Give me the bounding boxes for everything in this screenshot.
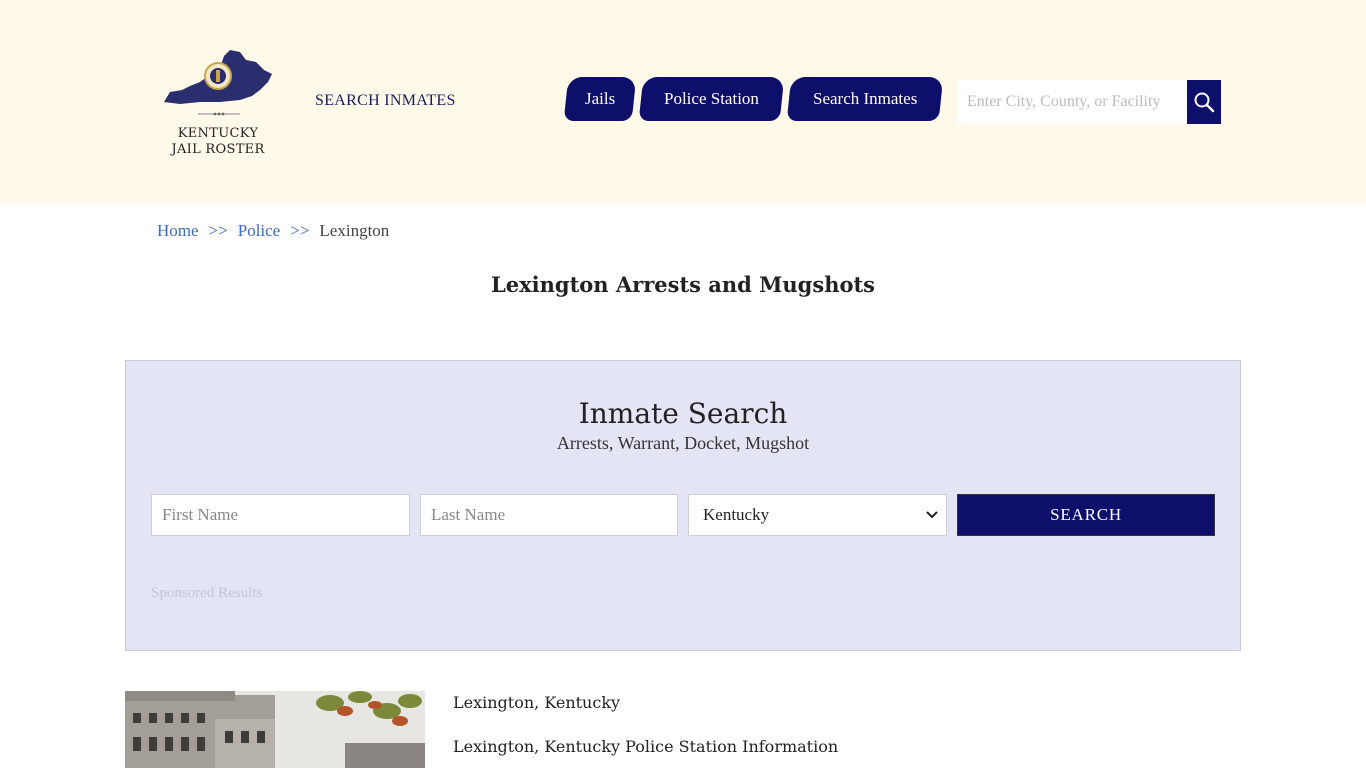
breadcrumb-separator: >> xyxy=(290,221,310,240)
page-title: Lexington Arrests and Mugshots xyxy=(491,272,875,297)
nav-police-station-button[interactable]: Police Station xyxy=(638,77,785,121)
breadcrumb-police[interactable]: Police xyxy=(238,221,281,241)
search-inmates-link[interactable]: SEARCH INMATES xyxy=(315,92,456,110)
breadcrumb: Home >> Police >> Lexington xyxy=(157,221,389,241)
last-name-input[interactable] xyxy=(420,494,678,536)
nav-police-station-label: Police Station xyxy=(664,89,759,108)
sponsored-results-label: Sponsored Results xyxy=(151,585,263,601)
inmate-search-panel: Inmate Search Arrests, Warrant, Docket, … xyxy=(125,360,1241,651)
inmate-search-title: Inmate Search xyxy=(578,397,788,430)
building-image xyxy=(125,691,425,768)
nav-jails-button[interactable]: Jails xyxy=(563,77,637,121)
search-submit-button[interactable]: SEARCH xyxy=(957,494,1215,536)
nav-search-inmates-label: Search Inmates xyxy=(812,89,918,108)
logo-text: KENTUCKY JAIL ROSTER xyxy=(160,126,276,158)
chevron-down-icon xyxy=(926,511,938,519)
site-logo[interactable]: KENTUCKY JAIL ROSTER xyxy=(160,46,276,162)
facility-search-input[interactable] xyxy=(957,80,1187,124)
first-name-input[interactable] xyxy=(151,494,410,536)
facility-search-button[interactable] xyxy=(1187,80,1221,124)
breadcrumb-separator: >> xyxy=(208,221,228,240)
police-station-photo xyxy=(125,691,425,768)
logo-line-1: KENTUCKY xyxy=(177,126,259,141)
state-select-value: Kentucky xyxy=(703,505,770,524)
breadcrumb-home[interactable]: Home xyxy=(157,221,199,241)
nav-jails-label: Jails xyxy=(584,89,616,108)
search-submit-label: SEARCH xyxy=(1050,505,1122,524)
site-header: KENTUCKY JAIL ROSTER SEARCH INMATES Jail… xyxy=(0,0,1366,204)
nav-search-inmates-button[interactable]: Search Inmates xyxy=(786,77,944,121)
breadcrumb-current: Lexington xyxy=(319,221,390,240)
search-icon xyxy=(1194,92,1215,113)
location-heading: Lexington, Kentucky xyxy=(453,693,621,712)
police-station-info-heading: Lexington, Kentucky Police Station Infor… xyxy=(453,737,839,756)
logo-line-2: JAIL ROSTER xyxy=(171,142,265,157)
state-select[interactable]: Kentucky xyxy=(688,494,947,536)
kentucky-state-icon xyxy=(164,50,272,116)
inmate-search-subtitle: Arrests, Warrant, Docket, Mugshot xyxy=(556,433,810,453)
